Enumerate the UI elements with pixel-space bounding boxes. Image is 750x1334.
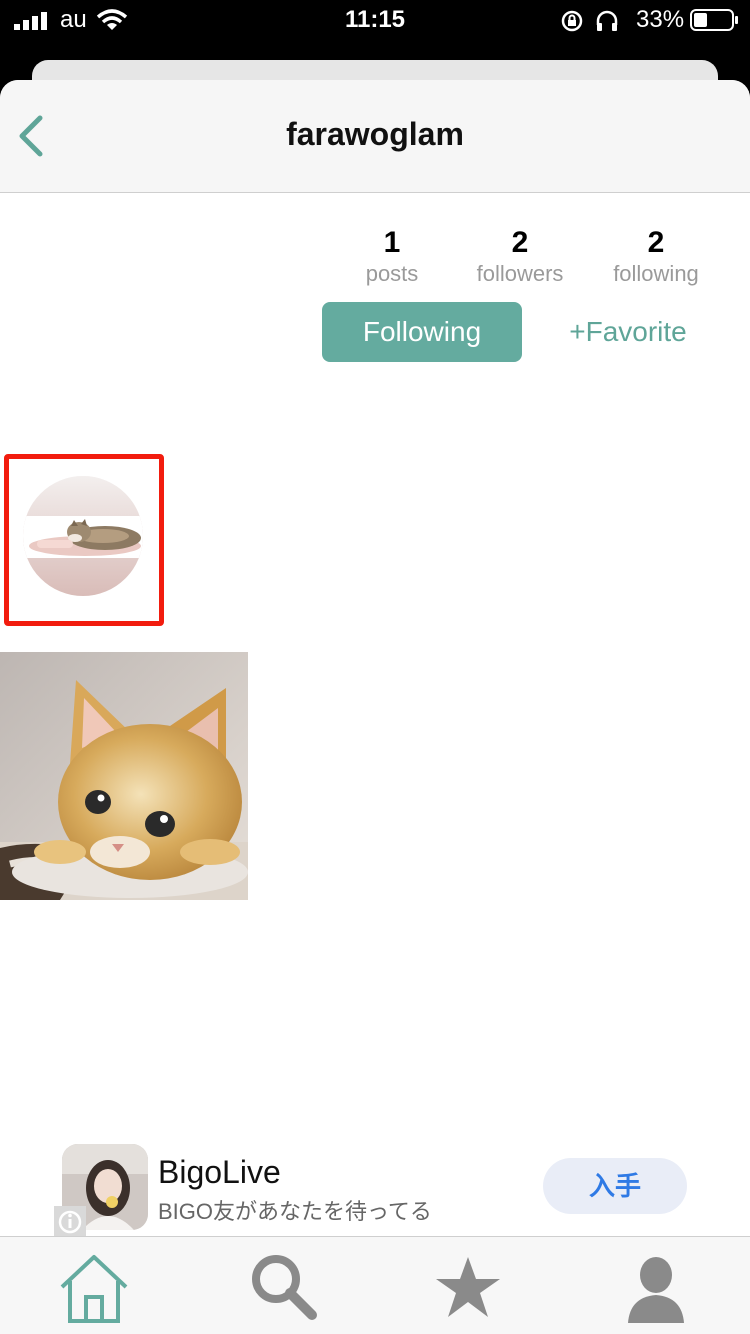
tab-bar — [0, 1236, 750, 1334]
following-label: following — [613, 261, 699, 286]
star-icon[interactable] — [428, 1247, 508, 1327]
search-icon[interactable] — [244, 1247, 324, 1327]
ad-info-icon[interactable] — [54, 1206, 86, 1238]
stat-posts[interactable]: 1 posts — [322, 226, 462, 288]
post-thumbnail[interactable] — [0, 652, 248, 900]
kitten-image — [0, 652, 248, 900]
following-button[interactable]: Following — [322, 302, 522, 362]
ad-subtitle: BIGO友があなたを待ってる — [158, 1199, 432, 1224]
stat-following[interactable]: 2 following — [586, 226, 726, 288]
home-icon[interactable] — [54, 1247, 134, 1327]
orientation-lock-icon — [561, 10, 583, 32]
avatar[interactable] — [23, 476, 143, 596]
battery-percent: 33% — [636, 6, 685, 33]
ad-app-name: BigoLive — [158, 1154, 281, 1190]
avatar-cat-image — [23, 476, 143, 596]
stat-followers[interactable]: 2 followers — [450, 226, 590, 288]
status-bar: au 11:15 33% — [0, 0, 750, 44]
following-count: 2 — [647, 226, 665, 259]
profile-icon[interactable] — [616, 1247, 696, 1327]
posts-label: posts — [365, 261, 419, 286]
avatar-highlight-box — [4, 454, 164, 626]
ad-banner[interactable]: BigoLive BIGO友があなたを待ってる 入手 — [0, 1140, 750, 1238]
followers-count: 2 — [511, 226, 529, 259]
posts-count: 1 — [383, 226, 401, 259]
followers-label: followers — [476, 261, 564, 286]
page-title: farawoglam — [286, 116, 464, 152]
headphones-icon — [596, 10, 618, 31]
battery-icon — [690, 9, 738, 31]
favorite-button[interactable]: +Favorite — [548, 302, 708, 362]
ad-get-button[interactable]: 入手 — [543, 1158, 687, 1214]
navigation-bar: farawoglam — [0, 80, 750, 193]
profile-sheet: farawoglam 1 posts 2 followers 2 followi… — [0, 80, 750, 1334]
